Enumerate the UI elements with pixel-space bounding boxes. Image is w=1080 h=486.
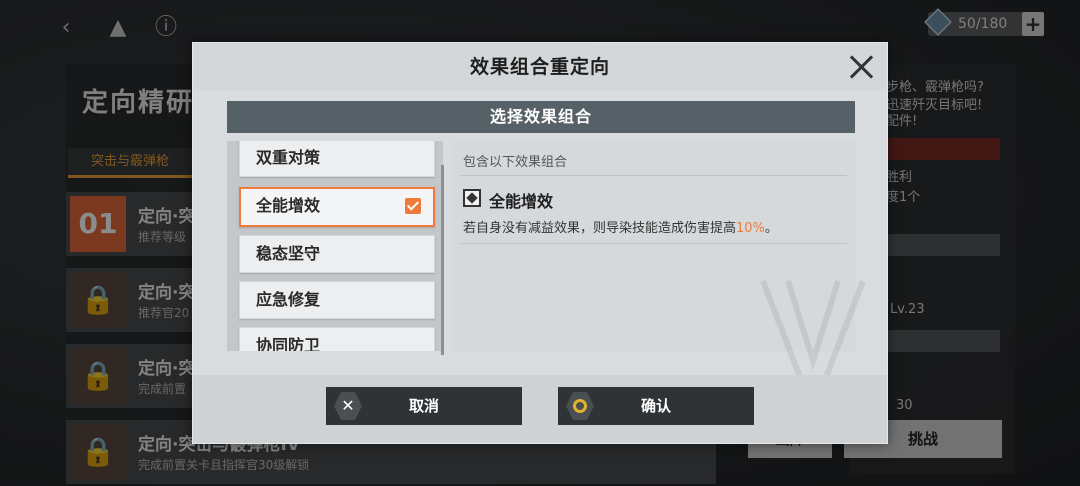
effect-desc-value: 10%	[736, 221, 765, 236]
option-item[interactable]: 协同防卫	[239, 327, 435, 351]
effect-description: 若自身没有减益效果，则导染技能造成伤害提高10%。	[463, 217, 778, 236]
effect-reorient-dialog: 效果组合重定向 选择效果组合 双重对策 全能增效 稳态坚守 应急修复 协同防卫 …	[192, 42, 888, 444]
detail-caption: 包含以下效果组合	[463, 155, 568, 170]
option-label: 协同防卫	[256, 336, 321, 351]
option-label: 双重对策	[256, 148, 321, 167]
circle-icon	[566, 392, 594, 420]
effect-diamond-icon	[463, 189, 481, 207]
effect-desc-text: 若自身没有减益效果，则导染技能造成伤害提高	[463, 221, 737, 236]
close-icon[interactable]	[847, 53, 875, 81]
option-label: 应急修复	[256, 290, 321, 309]
option-item[interactable]: 双重对策	[239, 141, 435, 177]
close-icon: ✕	[334, 392, 362, 420]
option-item[interactable]: 稳态坚守	[239, 235, 435, 273]
confirm-button[interactable]: 确认	[558, 387, 754, 425]
divider	[461, 175, 847, 176]
dialog-footer	[193, 375, 887, 443]
option-label: 稳态坚守	[256, 244, 321, 263]
checkbox-checked-icon[interactable]	[405, 198, 421, 214]
option-item-selected[interactable]: 全能增效	[239, 187, 435, 227]
cancel-button[interactable]: ✕ 取消	[326, 387, 522, 425]
dialog-header: 效果组合重定向	[193, 43, 887, 91]
effect-desc-end: 。	[764, 221, 778, 236]
effect-option-list[interactable]: 双重对策 全能增效 稳态坚守 应急修复 协同防卫	[227, 141, 443, 351]
effect-detail-panel: 包含以下效果组合 全能增效 若自身没有减益效果，则导染技能造成伤害提高10%。	[453, 141, 866, 420]
section-title: 选择效果组合	[227, 101, 855, 133]
dialog-title: 效果组合重定向	[469, 56, 610, 78]
list-scrollbar[interactable]	[441, 165, 444, 355]
confirm-label: 确认	[640, 397, 671, 415]
cancel-label: 取消	[408, 397, 439, 415]
option-label: 全能增效	[256, 196, 321, 215]
option-item[interactable]: 应急修复	[239, 281, 435, 319]
effect-name: 全能增效	[489, 192, 554, 211]
divider	[461, 243, 847, 244]
